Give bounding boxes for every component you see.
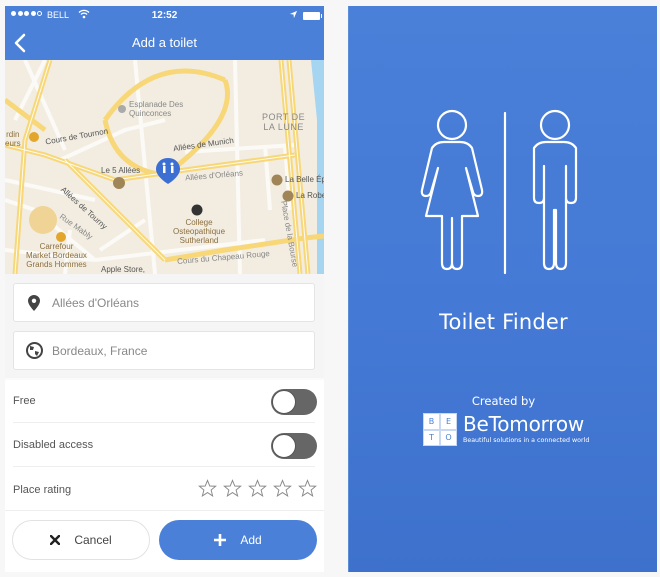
map-label-esplanade: Esplanade Des Quinconces	[129, 100, 184, 118]
disabled-access-label: Disabled access	[13, 439, 94, 451]
cancel-button[interactable]: Cancel	[12, 520, 150, 560]
star-icon[interactable]	[273, 479, 292, 498]
place-rating-row: Place rating	[13, 468, 317, 511]
star-icon[interactable]	[198, 479, 217, 498]
place-circle	[29, 206, 57, 234]
star-icon[interactable]	[223, 479, 242, 498]
cancel-label: Cancel	[74, 533, 112, 547]
status-bar: BELL 12:52	[5, 6, 324, 26]
river	[311, 60, 324, 274]
map-view[interactable]: Cours de Tournon Esplanade Des Quinconce…	[5, 60, 324, 274]
restaurant-poi-icon	[271, 174, 283, 186]
add-toilet-screen: BELL 12:52 Add a toilet Cours de Tournon…	[5, 6, 324, 572]
rating-stars	[198, 479, 317, 498]
toilet-pin-icon[interactable]	[156, 158, 180, 184]
restroom-man-woman-icon	[420, 109, 578, 275]
logo-letter: T	[423, 429, 440, 446]
map-label-carrefour: Carrefour Market Bordeaux Grands Hommes	[26, 242, 87, 269]
shopping-poi-icon	[56, 232, 66, 242]
star-icon[interactable]	[248, 479, 267, 498]
disabled-access-row: Disabled access	[13, 424, 317, 467]
add-label: Add	[240, 533, 262, 547]
free-label: Free	[13, 395, 36, 407]
add-button[interactable]: Add	[159, 520, 317, 560]
map-label-la-belle-epoque: La Belle Épo	[285, 175, 324, 184]
splash-screen: Toilet Finder Created by B E T O BeTomor…	[348, 6, 657, 572]
created-by-label: Created by	[471, 394, 536, 408]
close-x-icon	[50, 535, 61, 545]
map-label-le-5-allees: Le 5 Allées	[101, 166, 141, 175]
map-label-apple-store: Apple Store,	[101, 265, 146, 274]
company-name: BeTomorrow	[463, 412, 585, 436]
page-title: Add a toilet	[131, 35, 198, 50]
address-section	[5, 274, 324, 378]
map-label-college: College Osteopathique Sutherland	[173, 218, 226, 245]
map-pin-icon	[24, 294, 44, 311]
place-rating-label: Place rating	[13, 483, 72, 496]
disabled-access-toggle[interactable]	[271, 433, 317, 459]
location-arrow-icon	[289, 10, 298, 19]
options-section: Free Disabled access Place rating	[5, 380, 324, 510]
company-tagline: Beautiful solutions in a connected world	[463, 437, 590, 444]
plus-icon	[214, 534, 227, 546]
logo-letter: O	[440, 429, 457, 446]
map-label-la-robe: La Robe	[296, 191, 324, 200]
star-icon[interactable]	[298, 479, 317, 498]
app-name: Toilet Finder	[439, 310, 568, 334]
screenshot-stage: BELL 12:52 Add a toilet Cours de Tournon…	[0, 0, 660, 577]
city-input[interactable]	[52, 343, 302, 358]
globe-icon	[24, 342, 44, 359]
restaurant-poi-icon	[113, 177, 125, 189]
city-field	[13, 331, 315, 370]
shopping-poi-icon	[29, 132, 39, 142]
logo-letter: B	[423, 413, 440, 430]
action-bar: Cancel Add	[5, 510, 324, 572]
map-label-port-de-la-lune: PORT DE LA LUNE	[262, 112, 306, 132]
street-input[interactable]	[52, 295, 302, 310]
betomorrow-logo-icon: B E T O	[423, 413, 457, 446]
logo-letter: E	[440, 413, 457, 430]
landmark-poi-icon	[118, 105, 126, 113]
battery-full-icon	[303, 12, 322, 20]
navigation-bar: Add a toilet	[5, 26, 324, 60]
school-poi-icon	[191, 204, 203, 216]
map-label-jardin: rdin eurs	[5, 130, 21, 148]
status-time: 12:52	[151, 10, 178, 21]
free-row: Free	[13, 380, 317, 423]
free-toggle[interactable]	[271, 389, 317, 415]
street-field	[13, 283, 315, 322]
